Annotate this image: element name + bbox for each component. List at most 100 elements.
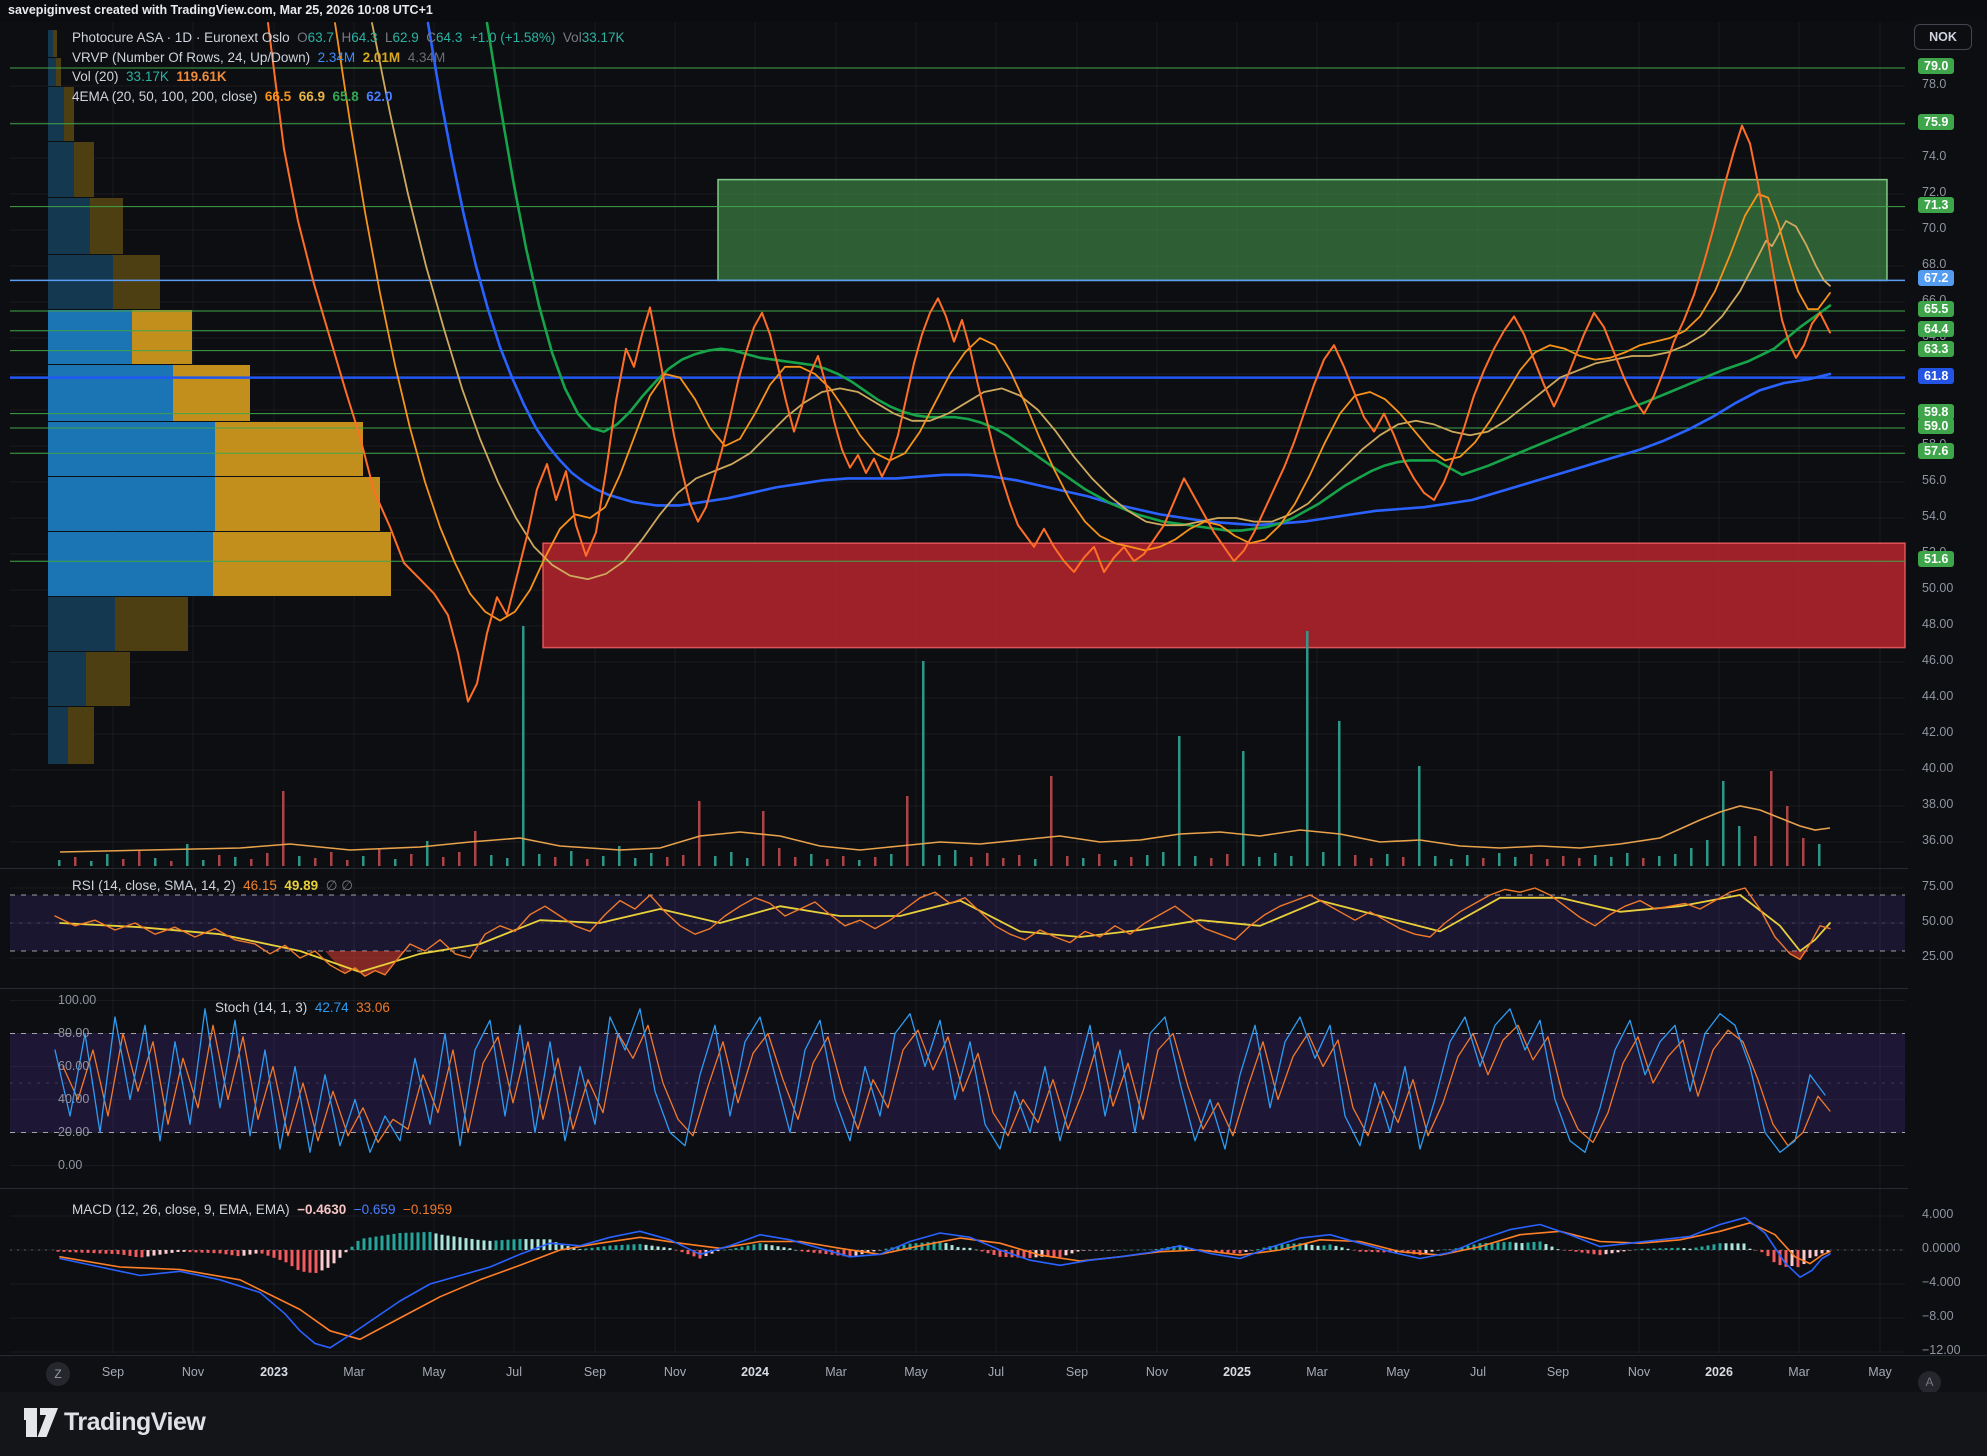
stoch-k-value: 42.74: [315, 1000, 349, 1015]
vol-legend-row[interactable]: Vol (20) 33.17K 119.61K: [72, 67, 625, 87]
vol-current-value: 33.17K: [126, 69, 169, 84]
stoch-tick: 100.00: [58, 993, 96, 1007]
footer-bar: TradingView: [0, 1392, 1987, 1456]
macd-title[interactable]: MACD (12, 26, close, 9, EMA, EMA): [72, 1202, 290, 1217]
scale-tick: 50.00: [1922, 581, 1953, 595]
pane-separator[interactable]: [0, 1188, 1987, 1189]
scale-tick: −8.00: [1922, 1309, 1954, 1323]
pane-separator[interactable]: [0, 868, 1987, 869]
time-tick: Mar: [1306, 1365, 1328, 1379]
time-tick: 2023: [260, 1365, 288, 1379]
rsi-ma-value: 49.89: [284, 878, 318, 893]
scale-tick: 54.0: [1922, 509, 1946, 523]
rsi-legend[interactable]: RSI (14, close, SMA, 14, 2) 46.15 49.89 …: [72, 876, 353, 896]
rsi-title[interactable]: RSI (14, close, SMA, 14, 2): [72, 878, 236, 893]
macd-hist-value: −0.4630: [297, 1202, 346, 1217]
price-level-badge[interactable]: 79.0: [1918, 58, 1954, 74]
close-label: C: [426, 30, 436, 45]
vrvp-title[interactable]: VRVP (Number Of Rows, 24, Up/Down): [72, 50, 310, 65]
ema20-value: 66.5: [265, 89, 291, 104]
scale-tick: 50.00: [1922, 914, 1953, 928]
price-level-badge[interactable]: 59.0: [1918, 418, 1954, 434]
time-tick: Mar: [825, 1365, 847, 1379]
chart-canvas[interactable]: [0, 0, 1987, 1456]
ema-legend-row[interactable]: 4EMA (20, 50, 100, 200, close) 66.5 66.9…: [72, 87, 625, 107]
vrvp-legend-row[interactable]: VRVP (Number Of Rows, 24, Up/Down) 2.34M…: [72, 48, 625, 68]
timezone-button[interactable]: Z: [46, 1362, 70, 1386]
vol-ma-value: 119.61K: [176, 69, 226, 84]
scale-tick: 48.00: [1922, 617, 1953, 631]
scale-tick: 4.000: [1922, 1207, 1953, 1221]
price-level-badge[interactable]: 51.6: [1918, 551, 1954, 567]
symbol-legend-row[interactable]: Photocure ASA · 1D · Euronext Oslo O63.7…: [72, 28, 625, 48]
stoch-tick: 0.00: [58, 1158, 82, 1172]
ema-title[interactable]: 4EMA (20, 50, 100, 200, close): [72, 89, 257, 104]
stoch-legend[interactable]: Stoch (14, 1, 3) 42.74 33.06: [215, 998, 390, 1018]
tradingview-logo-icon[interactable]: [24, 1408, 58, 1438]
close-value: 64.3: [436, 30, 462, 45]
price-level-badge[interactable]: 64.4: [1918, 321, 1954, 337]
pane-separator[interactable]: [0, 988, 1987, 989]
time-tick: May: [1386, 1365, 1410, 1379]
scale-tick: −4.000: [1922, 1275, 1961, 1289]
time-tick: Nov: [1146, 1365, 1168, 1379]
stoch-tick: 60.00: [58, 1059, 89, 1073]
price-level-badge[interactable]: 71.3: [1918, 197, 1954, 213]
tradingview-chart-window: savepiginvest created with TradingView.c…: [0, 0, 1987, 1456]
price-level-badge[interactable]: 57.6: [1918, 443, 1954, 459]
ema50-value: 66.9: [299, 89, 325, 104]
change-value: +1.0 (+1.58%): [470, 30, 556, 45]
macd-signal-value: −0.1959: [403, 1202, 452, 1217]
scale-tick: 78.0: [1922, 77, 1946, 91]
time-tick: Jul: [506, 1365, 522, 1379]
scale-tick: 42.00: [1922, 725, 1953, 739]
rsi-empty-icon: ∅ ∅: [326, 878, 353, 893]
low-value: 62.9: [393, 30, 419, 45]
price-level-badge[interactable]: 75.9: [1918, 114, 1954, 130]
tradingview-wordmark[interactable]: TradingView: [64, 1408, 205, 1437]
macd-legend[interactable]: MACD (12, 26, close, 9, EMA, EMA) −0.463…: [72, 1200, 452, 1220]
macd-line-value: −0.659: [354, 1202, 396, 1217]
vol-ma-title[interactable]: Vol (20): [72, 69, 119, 84]
stoch-tick: 20.00: [58, 1125, 89, 1139]
time-tick: 2024: [741, 1365, 769, 1379]
price-level-badge[interactable]: 63.3: [1918, 341, 1954, 357]
scale-tick: 56.0: [1922, 473, 1946, 487]
price-level-badge[interactable]: 65.5: [1918, 301, 1954, 317]
ema200-value: 62.0: [366, 89, 392, 104]
scale-tick: 46.00: [1922, 653, 1953, 667]
scale-tick: 36.00: [1922, 833, 1953, 847]
ema100-value: 65.8: [332, 89, 358, 104]
scale-tick: 68.0: [1922, 257, 1946, 271]
price-level-badge[interactable]: 67.2: [1918, 270, 1954, 286]
high-value: 64.3: [351, 30, 377, 45]
currency-button[interactable]: NOK: [1914, 24, 1972, 50]
scale-tick: 38.00: [1922, 797, 1953, 811]
scale-tick: 75.00: [1922, 879, 1953, 893]
vrvp-down-value: 2.01M: [363, 50, 401, 65]
time-tick: 2025: [1223, 1365, 1251, 1379]
time-tick: Nov: [664, 1365, 686, 1379]
auto-scale-button[interactable]: A: [1918, 1371, 1941, 1394]
rsi-value: 46.15: [243, 878, 277, 893]
time-tick: Sep: [102, 1365, 124, 1379]
price-scale[interactable]: NOK 78.074.072.070.068.066.064.058.056.0…: [1908, 20, 1987, 1390]
scale-tick: 74.0: [1922, 149, 1946, 163]
scale-tick: 0.0000: [1922, 1241, 1960, 1255]
scale-tick: 25.00: [1922, 949, 1953, 963]
stoch-title[interactable]: Stoch (14, 1, 3): [215, 1000, 307, 1015]
time-tick: Jul: [1470, 1365, 1486, 1379]
time-scale[interactable]: SepNov2023MarMayJulSepNov2024MarMayJulSe…: [0, 1355, 1987, 1392]
symbol-title[interactable]: Photocure ASA · 1D · Euronext Oslo: [72, 30, 290, 45]
main-legend: Photocure ASA · 1D · Euronext Oslo O63.7…: [72, 28, 625, 106]
scale-tick: 40.00: [1922, 761, 1953, 775]
stoch-tick: 40.00: [58, 1092, 89, 1106]
stoch-d-value: 33.06: [356, 1000, 390, 1015]
time-tick: Nov: [1628, 1365, 1650, 1379]
vrvp-total-value: 4.34M: [408, 50, 446, 65]
stoch-tick: 80.00: [58, 1026, 89, 1040]
volume-value: 33.17K: [582, 30, 625, 45]
price-level-badge[interactable]: 61.8: [1918, 368, 1954, 384]
scale-tick: 70.0: [1922, 221, 1946, 235]
open-value: 63.7: [308, 30, 334, 45]
